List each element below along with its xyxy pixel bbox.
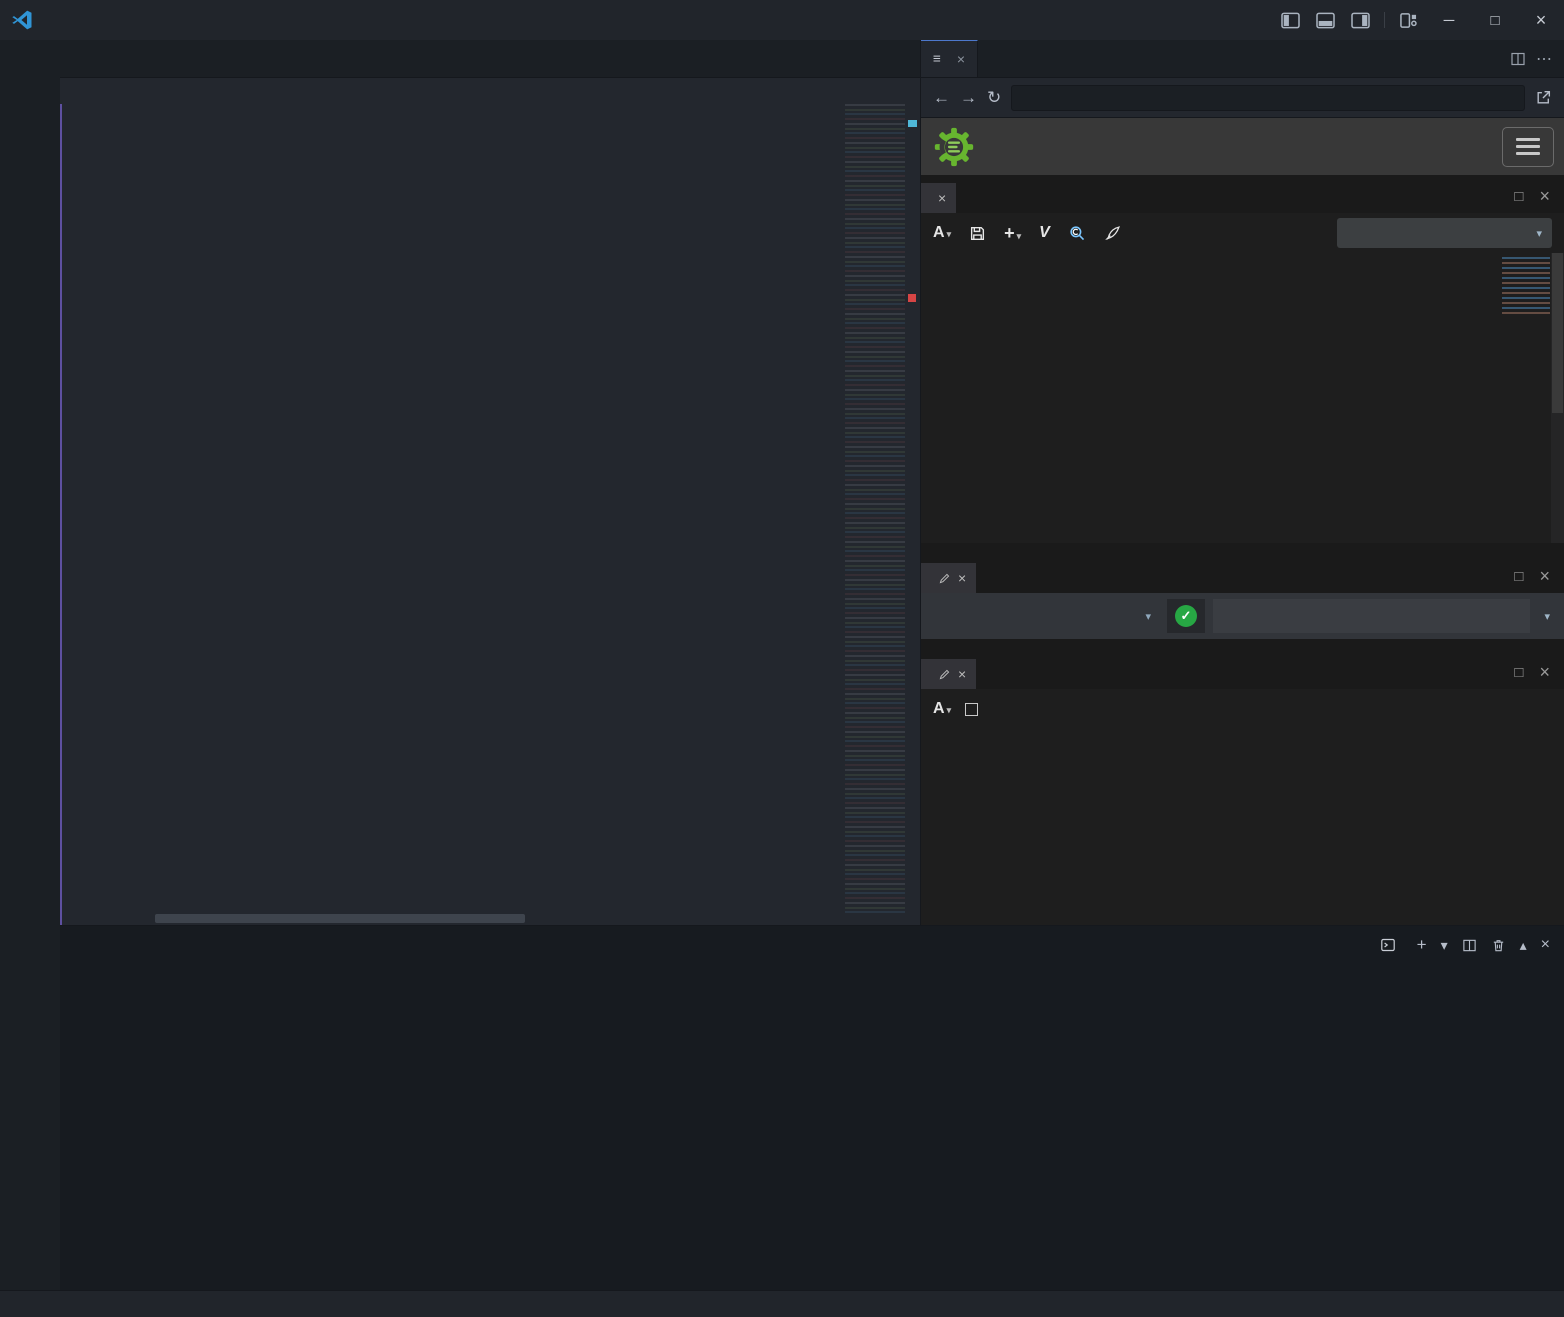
horizontal-scrollbar[interactable] (155, 914, 525, 923)
compiler-explorer-logo-icon (931, 124, 977, 170)
font-size-icon[interactable]: A▾ (933, 224, 951, 242)
close-icon[interactable]: × (938, 190, 946, 206)
ce-scrollbar[interactable] (1551, 253, 1564, 543)
bottom-panel: + ▾ ▴ × (60, 925, 1564, 1290)
code-editor[interactable] (60, 104, 920, 925)
maximize-button[interactable]: □ (1472, 0, 1518, 40)
ce-compiler-tab[interactable]: × (921, 563, 976, 593)
vscode-window: ─ □ × ≡ × ⋯ (0, 0, 1564, 1317)
ce-output-content (921, 729, 1564, 741)
check-icon: ✓ (1175, 605, 1197, 627)
ce-output-toolbar: A▾ (921, 689, 1564, 729)
ce-source-pane-tabs: × □ × (921, 175, 1564, 213)
overview-mark-cyan (908, 120, 917, 127)
editor-area (60, 40, 920, 925)
toggle-sidebar-icon[interactable] (1273, 12, 1308, 29)
breadcrumb[interactable] (60, 78, 920, 104)
vim-mode-icon[interactable]: V (1039, 224, 1050, 242)
preview-icon: ≡ (933, 52, 941, 66)
ce-header (921, 118, 1564, 175)
search-icon[interactable] (1068, 224, 1086, 242)
panel-tab-bar: + ▾ ▴ × (60, 926, 1564, 964)
minimap[interactable] (845, 104, 905, 916)
toggle-panel-icon[interactable] (1308, 12, 1343, 29)
terminal-instance[interactable] (1380, 937, 1403, 953)
ce-source-tab[interactable]: × (921, 183, 956, 213)
terminal-dropdown-icon[interactable]: ▾ (1441, 937, 1448, 954)
forward-icon[interactable]: → (960, 88, 977, 108)
kill-terminal-icon[interactable] (1491, 938, 1506, 953)
toggle-secondary-sidebar-icon[interactable] (1343, 12, 1378, 29)
close-icon[interactable]: × (958, 570, 966, 586)
maximize-panel-icon[interactable]: ▴ (1520, 937, 1527, 954)
open-external-icon[interactable] (1535, 89, 1552, 106)
language-select[interactable]: ▾ (1337, 218, 1552, 248)
edit-icon[interactable] (938, 668, 951, 681)
edit-icon[interactable] (938, 572, 951, 585)
split-terminal-icon[interactable] (1462, 938, 1477, 953)
url-input[interactable] (1011, 85, 1525, 111)
add-pane-icon[interactable]: +▾ (1004, 223, 1021, 244)
close-icon[interactable]: × (958, 666, 966, 682)
quill-icon[interactable] (1104, 225, 1121, 242)
close-pane-icon[interactable]: × (1539, 566, 1550, 587)
back-icon[interactable]: ← (933, 88, 950, 108)
ce-compiler-pane-tabs: × □ × (921, 543, 1564, 593)
ce-editor-toolbar: A▾ +▾ V ▾ (921, 213, 1564, 253)
compiler-options-input[interactable] (1213, 599, 1530, 633)
minimize-button[interactable]: ─ (1426, 0, 1472, 40)
activity-bar (0, 40, 60, 1290)
ce-compiler-row: ▾ ✓ ▾ (921, 593, 1564, 639)
maximize-pane-icon[interactable]: □ (1514, 664, 1523, 681)
compiler-select[interactable]: ▾ (929, 610, 1159, 623)
close-button[interactable]: × (1518, 0, 1564, 40)
browser-tab-bar: ≡ × ⋯ (921, 40, 1564, 78)
maximize-pane-icon[interactable]: □ (1514, 188, 1523, 205)
terminal-icon (1380, 937, 1396, 953)
options-dropdown-icon[interactable]: ▾ (1538, 610, 1556, 623)
reload-icon[interactable]: ↻ (987, 88, 1001, 108)
vscode-logo-icon (10, 8, 34, 32)
tab-simple-browser[interactable]: ≡ × (921, 40, 978, 77)
simple-browser-panel: ≡ × ⋯ ← → ↻ (920, 40, 1564, 925)
ce-source-editor[interactable] (921, 253, 1564, 543)
save-icon[interactable] (969, 225, 986, 242)
maximize-pane-icon[interactable]: □ (1514, 568, 1523, 585)
compile-status: ✓ (1167, 599, 1205, 633)
ce-output-tab[interactable]: × (921, 659, 976, 689)
status-bar (0, 1290, 1564, 1317)
ce-menu-button[interactable] (1502, 127, 1554, 167)
ce-minimap (1502, 257, 1550, 317)
close-pane-icon[interactable]: × (1539, 186, 1550, 207)
close-pane-icon[interactable]: × (1539, 662, 1550, 683)
customize-layout-icon[interactable] (1391, 12, 1426, 29)
ce-output-pane-tabs: × □ × (921, 639, 1564, 689)
title-bar: ─ □ × (0, 0, 1564, 40)
close-panel-icon[interactable]: × (1541, 936, 1550, 954)
editor-tab-bar (60, 40, 920, 78)
more-actions-icon[interactable]: ⋯ (1536, 49, 1552, 69)
wrap-lines-checkbox[interactable] (965, 703, 978, 716)
browser-url-bar: ← → ↻ (921, 78, 1564, 118)
overview-mark-error (908, 294, 916, 302)
close-icon[interactable]: × (957, 51, 965, 67)
split-editor-icon[interactable] (1510, 51, 1526, 67)
new-terminal-icon[interactable]: + (1417, 935, 1427, 955)
overview-ruler (906, 104, 920, 925)
compiler-explorer-page: × □ × A▾ +▾ V ▾ (921, 118, 1564, 925)
font-size-icon[interactable]: A▾ (933, 700, 951, 718)
terminal-output[interactable] (60, 964, 1564, 970)
divider (1384, 12, 1385, 28)
